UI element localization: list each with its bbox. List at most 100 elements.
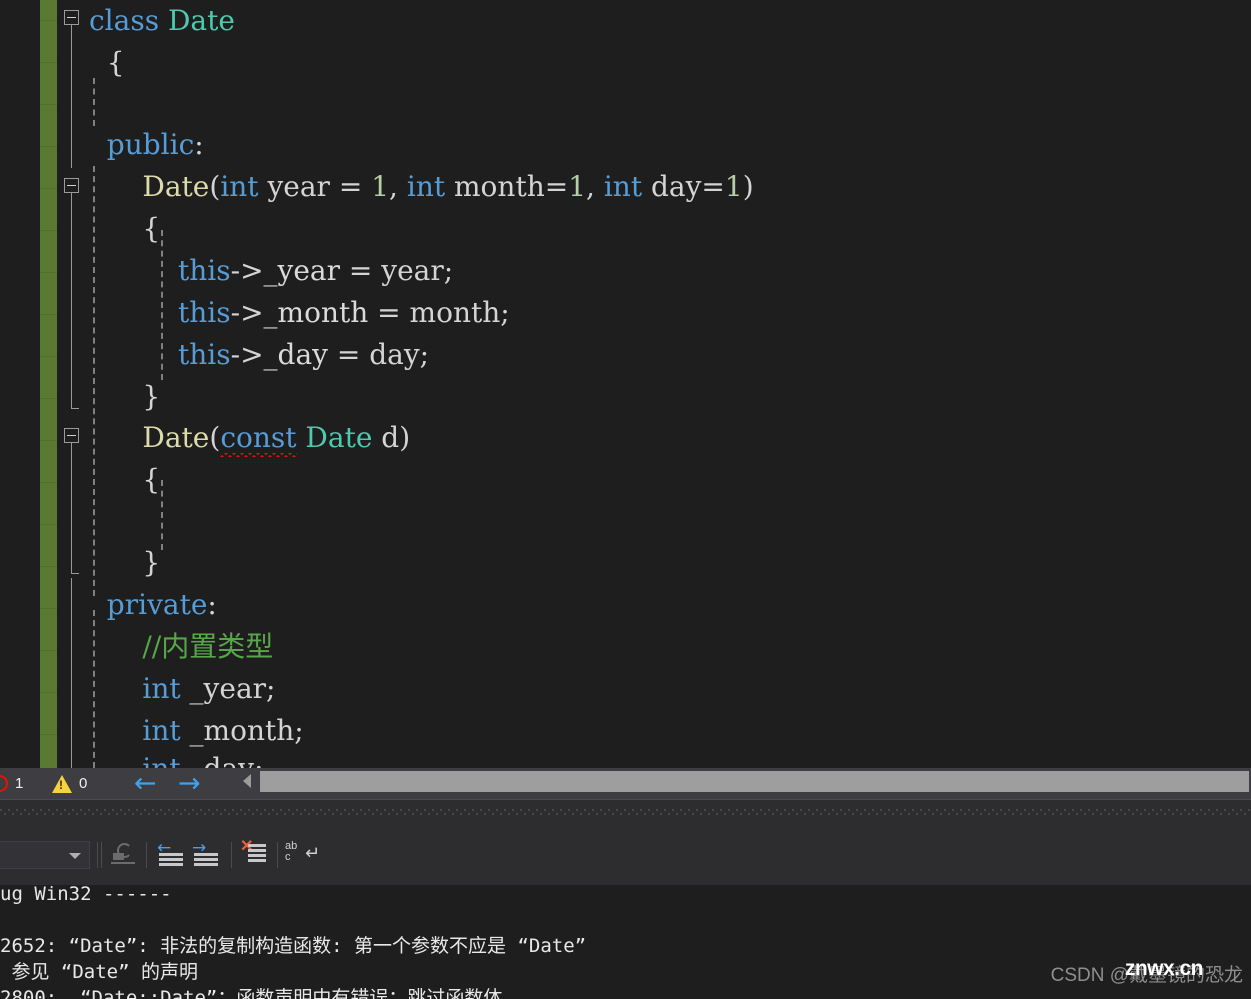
change-bar-segment [40,650,57,651]
code-token: int [220,170,259,203]
code-token: , [586,170,604,203]
indent-guide [161,480,163,550]
toolbar-separator [277,842,278,868]
scrollbar-thumb[interactable] [260,771,1249,792]
close-icon: ✕ [240,838,254,855]
toggle-word-wrap-button[interactable]: ab c ↵ [284,839,320,871]
warning-count-indicator[interactable]: 0 [52,768,87,799]
panel-splitter[interactable] [0,799,1251,832]
code-token: -> [230,296,264,329]
changed-lines-indicator [40,0,57,768]
code-token: this [178,254,231,287]
code-line[interactable]: { [89,208,160,250]
code-token: } [89,546,161,579]
code-line[interactable]: { [89,459,160,501]
code-token: year [258,170,339,203]
code-token: { [89,212,161,245]
code-line[interactable]: int _day; [89,748,263,768]
code-text-surface[interactable]: class Date { public: Date(int year = 1, … [89,0,1251,768]
code-line[interactable]: Date(int year = 1, int month=1, int day=… [89,166,754,208]
code-token: 1 [724,170,743,203]
go-to-next-message-button[interactable]: → [190,839,222,871]
code-token-error: const [220,417,297,459]
visual-studio-window: class Date { public: Date(int year = 1, … [0,0,1251,999]
change-bar-segment [40,104,57,105]
code-token: = [338,170,372,203]
code-token: _year; [180,672,276,705]
code-token: 1 [371,170,390,203]
code-line[interactable]: //内置类型 [89,626,273,668]
collapse-toggle-class[interactable] [64,10,79,25]
output-line[interactable]: 2652: “Date”: 非法的复制构造函数: 第一个参数不应是 “Date” [0,933,586,959]
code-line[interactable]: this->_day = day; [89,334,429,376]
clear-all-button[interactable]: ✕ [238,839,270,871]
message-lines-icon [194,853,218,867]
code-line[interactable]: int _month; [89,710,304,752]
code-line[interactable]: } [89,376,160,418]
code-line[interactable]: this->_year = year; [89,250,453,292]
scroll-left-button[interactable] [238,768,256,794]
code-token: _month; [180,714,304,747]
collapse-toggle-constructor[interactable] [64,178,79,193]
code-token: month= [445,170,569,203]
code-token: { [89,463,161,496]
change-bar-segment [40,566,57,567]
output-line[interactable]: ug Win32 ------ [0,885,172,907]
code-token: int [142,752,180,768]
change-bar-segment [40,608,57,609]
code-token: 1 [568,170,587,203]
code-token: this [178,338,231,371]
code-token: ) [742,170,754,203]
splitter-grip[interactable] [0,809,1251,817]
change-bar-segment [40,398,57,399]
code-line[interactable]: this->_month = month; [89,292,510,334]
output-window-toolbar[interactable]: ← → ✕ ab c ↵ [0,831,1251,885]
toolbar-separator [231,842,232,868]
error-icon [0,775,8,792]
find-message-in-code-button[interactable] [108,839,140,871]
go-to-previous-message-button[interactable]: ← [155,839,187,871]
navigate-backward-button[interactable]: ← [134,768,157,799]
outline-rail-ctor [71,178,72,408]
change-bar-segment [40,188,57,189]
code-line[interactable]: public: [89,124,204,166]
chevron-down-icon [69,853,81,859]
code-token: , [389,170,407,203]
toolbar-separator [97,842,98,868]
error-count-indicator[interactable]: 1 [0,768,23,799]
code-token: = year; [340,254,454,287]
outline-rail-class [71,18,72,168]
code-line[interactable]: } [89,542,160,584]
code-editor[interactable]: class Date { public: Date(int year = 1, … [0,0,1251,768]
code-line[interactable]: int _year; [89,668,275,710]
code-token: _year [263,254,341,287]
output-source-selector[interactable] [0,841,90,869]
output-line[interactable]: 参见 “Date” 的声明 [0,959,198,985]
navigate-forward-button[interactable]: → [178,768,201,799]
output-line[interactable]: 2800: “Date::Date”：函数声明中有错误；跳过函数体 [0,985,502,999]
code-token: int [603,170,643,203]
code-line[interactable]: Date(const Date d) [89,417,410,459]
change-bar-segment [40,734,57,735]
change-bar-segment [40,524,57,525]
indent-guide [93,78,95,126]
collapse-toggle-copy-constructor[interactable] [64,428,79,443]
change-bar-segment [40,314,57,315]
outlining-margin[interactable] [57,0,89,768]
code-token: Date [142,421,210,454]
wrap-return-arrow-icon: ↵ [305,843,321,864]
code-line[interactable]: private: [89,584,217,626]
code-token: -> [230,338,264,371]
code-token: ( [209,421,221,454]
code-line[interactable]: class Date [89,0,235,42]
outline-foot-ctor [71,408,79,409]
code-line[interactable]: { [89,42,125,84]
editor-horizontal-scrollbar[interactable] [238,768,1251,794]
code-token: Date [167,4,235,37]
code-token: public [89,128,195,161]
code-token: d) [372,421,411,454]
warning-icon [52,774,72,793]
code-token: -> [230,254,264,287]
